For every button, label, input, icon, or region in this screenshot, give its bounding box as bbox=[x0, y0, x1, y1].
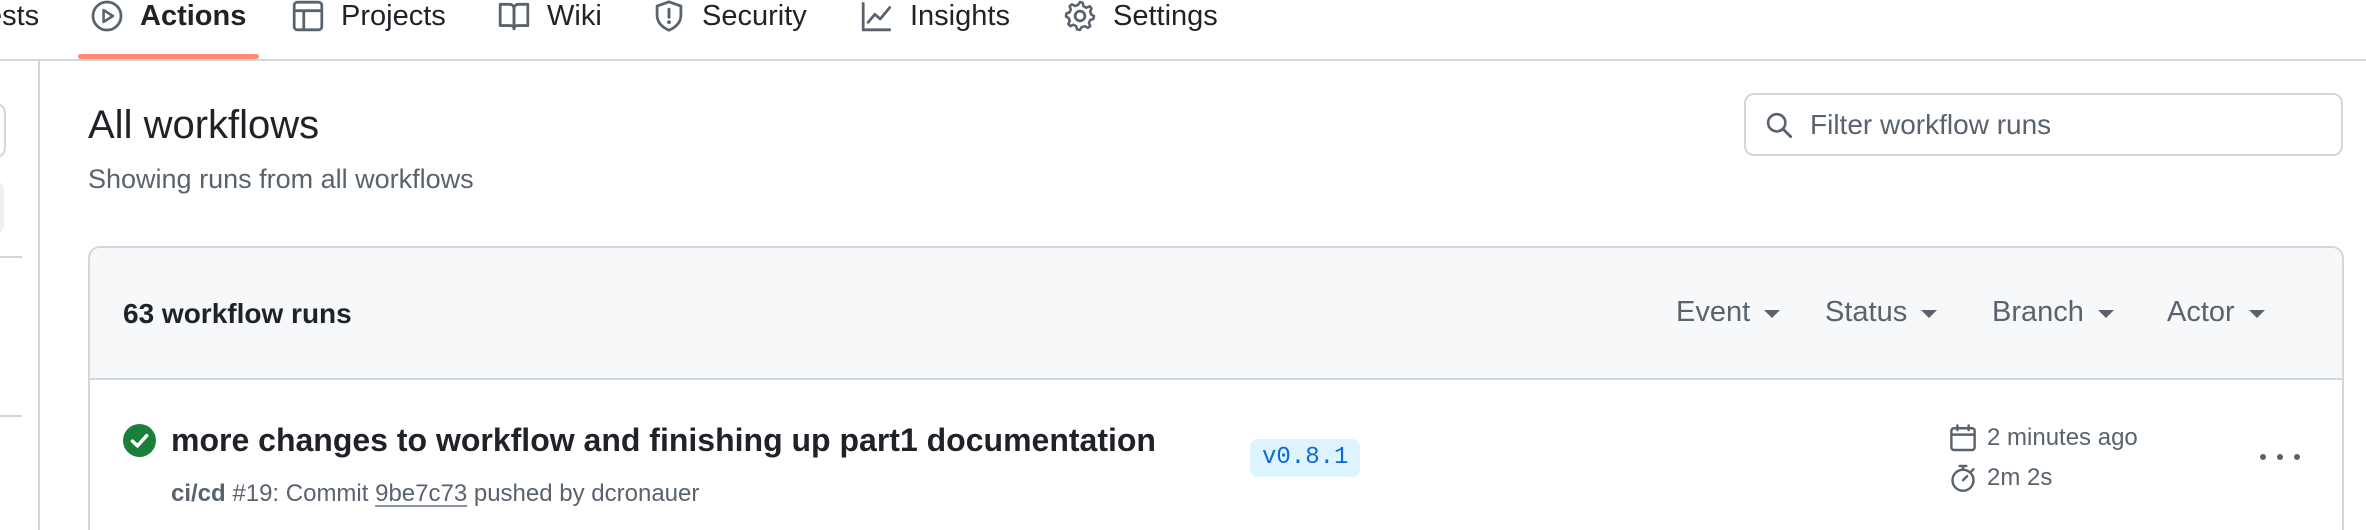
gear-icon bbox=[1063, 0, 1097, 33]
active-tab-indicator bbox=[78, 54, 259, 59]
runs-count: 63 workflow runs bbox=[123, 298, 352, 329]
calendar-icon bbox=[1948, 423, 1978, 453]
run-duration: 2m 2s bbox=[1948, 463, 2052, 493]
branch-filter-dropdown[interactable]: Branch bbox=[1992, 296, 2114, 329]
page-title: All workflows bbox=[88, 103, 320, 147]
meta-text: pushed by dcronauer bbox=[467, 480, 700, 507]
kebab-horizontal-icon[interactable] bbox=[2260, 442, 2300, 472]
sidebar-divider bbox=[0, 415, 22, 417]
meta-text: : Commit bbox=[272, 480, 376, 507]
sidebar-divider bbox=[0, 256, 22, 258]
event-filter-dropdown[interactable]: Event bbox=[1676, 296, 1781, 329]
shield-icon bbox=[652, 0, 686, 33]
tab-pull-requests[interactable]: ests bbox=[0, 0, 39, 59]
stopwatch-icon bbox=[1948, 463, 1978, 493]
tab-security[interactable]: Security bbox=[652, 0, 807, 59]
actor-filter-dropdown[interactable]: Actor bbox=[2167, 296, 2265, 329]
filter-label: Event bbox=[1676, 296, 1751, 328]
caret-down-icon bbox=[1764, 309, 1781, 318]
commit-link[interactable]: 9be7c73 bbox=[375, 480, 467, 507]
search-icon bbox=[1764, 110, 1794, 140]
tab-actions[interactable]: Actions bbox=[90, 0, 246, 59]
tab-label: Actions bbox=[140, 0, 247, 32]
repo-nav: ests Actions Projects Wiki Security Insi… bbox=[0, 0, 2366, 61]
tab-label: Wiki bbox=[547, 0, 602, 32]
filter-label: Branch bbox=[1992, 296, 2084, 328]
tab-label: Settings bbox=[1113, 0, 1218, 32]
caret-down-icon bbox=[2248, 309, 2265, 318]
run-timestamp: 2 minutes ago bbox=[1948, 423, 2138, 453]
duration: 2m 2s bbox=[1987, 464, 2053, 491]
tab-label: ests bbox=[0, 0, 40, 32]
tab-label: Projects bbox=[341, 0, 446, 32]
caret-down-icon bbox=[1921, 309, 1938, 318]
graph-icon bbox=[860, 0, 894, 33]
play-icon bbox=[90, 0, 124, 33]
tab-label: Insights bbox=[910, 0, 1010, 32]
tab-settings[interactable]: Settings bbox=[1063, 0, 1218, 59]
run-meta: ci/cd #19: Commit 9be7c73 pushed by dcro… bbox=[171, 480, 699, 508]
sidebar bbox=[0, 61, 40, 530]
sidebar-button[interactable] bbox=[0, 103, 6, 158]
filter-workflow-runs-field[interactable] bbox=[1744, 93, 2343, 156]
filter-workflow-runs-input[interactable] bbox=[1810, 108, 2330, 141]
run-number: #19 bbox=[232, 480, 273, 507]
workflow-name: ci/cd bbox=[171, 480, 226, 507]
runs-list-header: 63 workflow runs Event Status Branch Act… bbox=[90, 248, 2342, 380]
time-ago: 2 minutes ago bbox=[1987, 424, 2138, 451]
page-subtitle: Showing runs from all workflows bbox=[88, 164, 474, 194]
filter-label: Status bbox=[1825, 296, 1908, 328]
status-filter-dropdown[interactable]: Status bbox=[1825, 296, 1938, 329]
book-icon bbox=[497, 0, 531, 33]
tab-wiki[interactable]: Wiki bbox=[497, 0, 602, 59]
tab-projects[interactable]: Projects bbox=[291, 0, 446, 59]
caret-down-icon bbox=[2097, 309, 2114, 318]
run-title-link[interactable]: more changes to workflow and finishing u… bbox=[171, 422, 1156, 459]
check-circle-icon bbox=[123, 424, 156, 457]
tab-label: Security bbox=[702, 0, 807, 32]
tab-insights[interactable]: Insights bbox=[860, 0, 1010, 59]
workflow-runs-list: 63 workflow runs Event Status Branch Act… bbox=[88, 246, 2344, 530]
table-icon bbox=[291, 0, 325, 33]
sidebar-item-selected[interactable] bbox=[0, 180, 4, 235]
branch-label[interactable]: v0.8.1 bbox=[1250, 439, 1361, 477]
workflow-run-row[interactable]: more changes to workflow and finishing u… bbox=[90, 382, 2342, 530]
filter-label: Actor bbox=[2167, 296, 2235, 328]
